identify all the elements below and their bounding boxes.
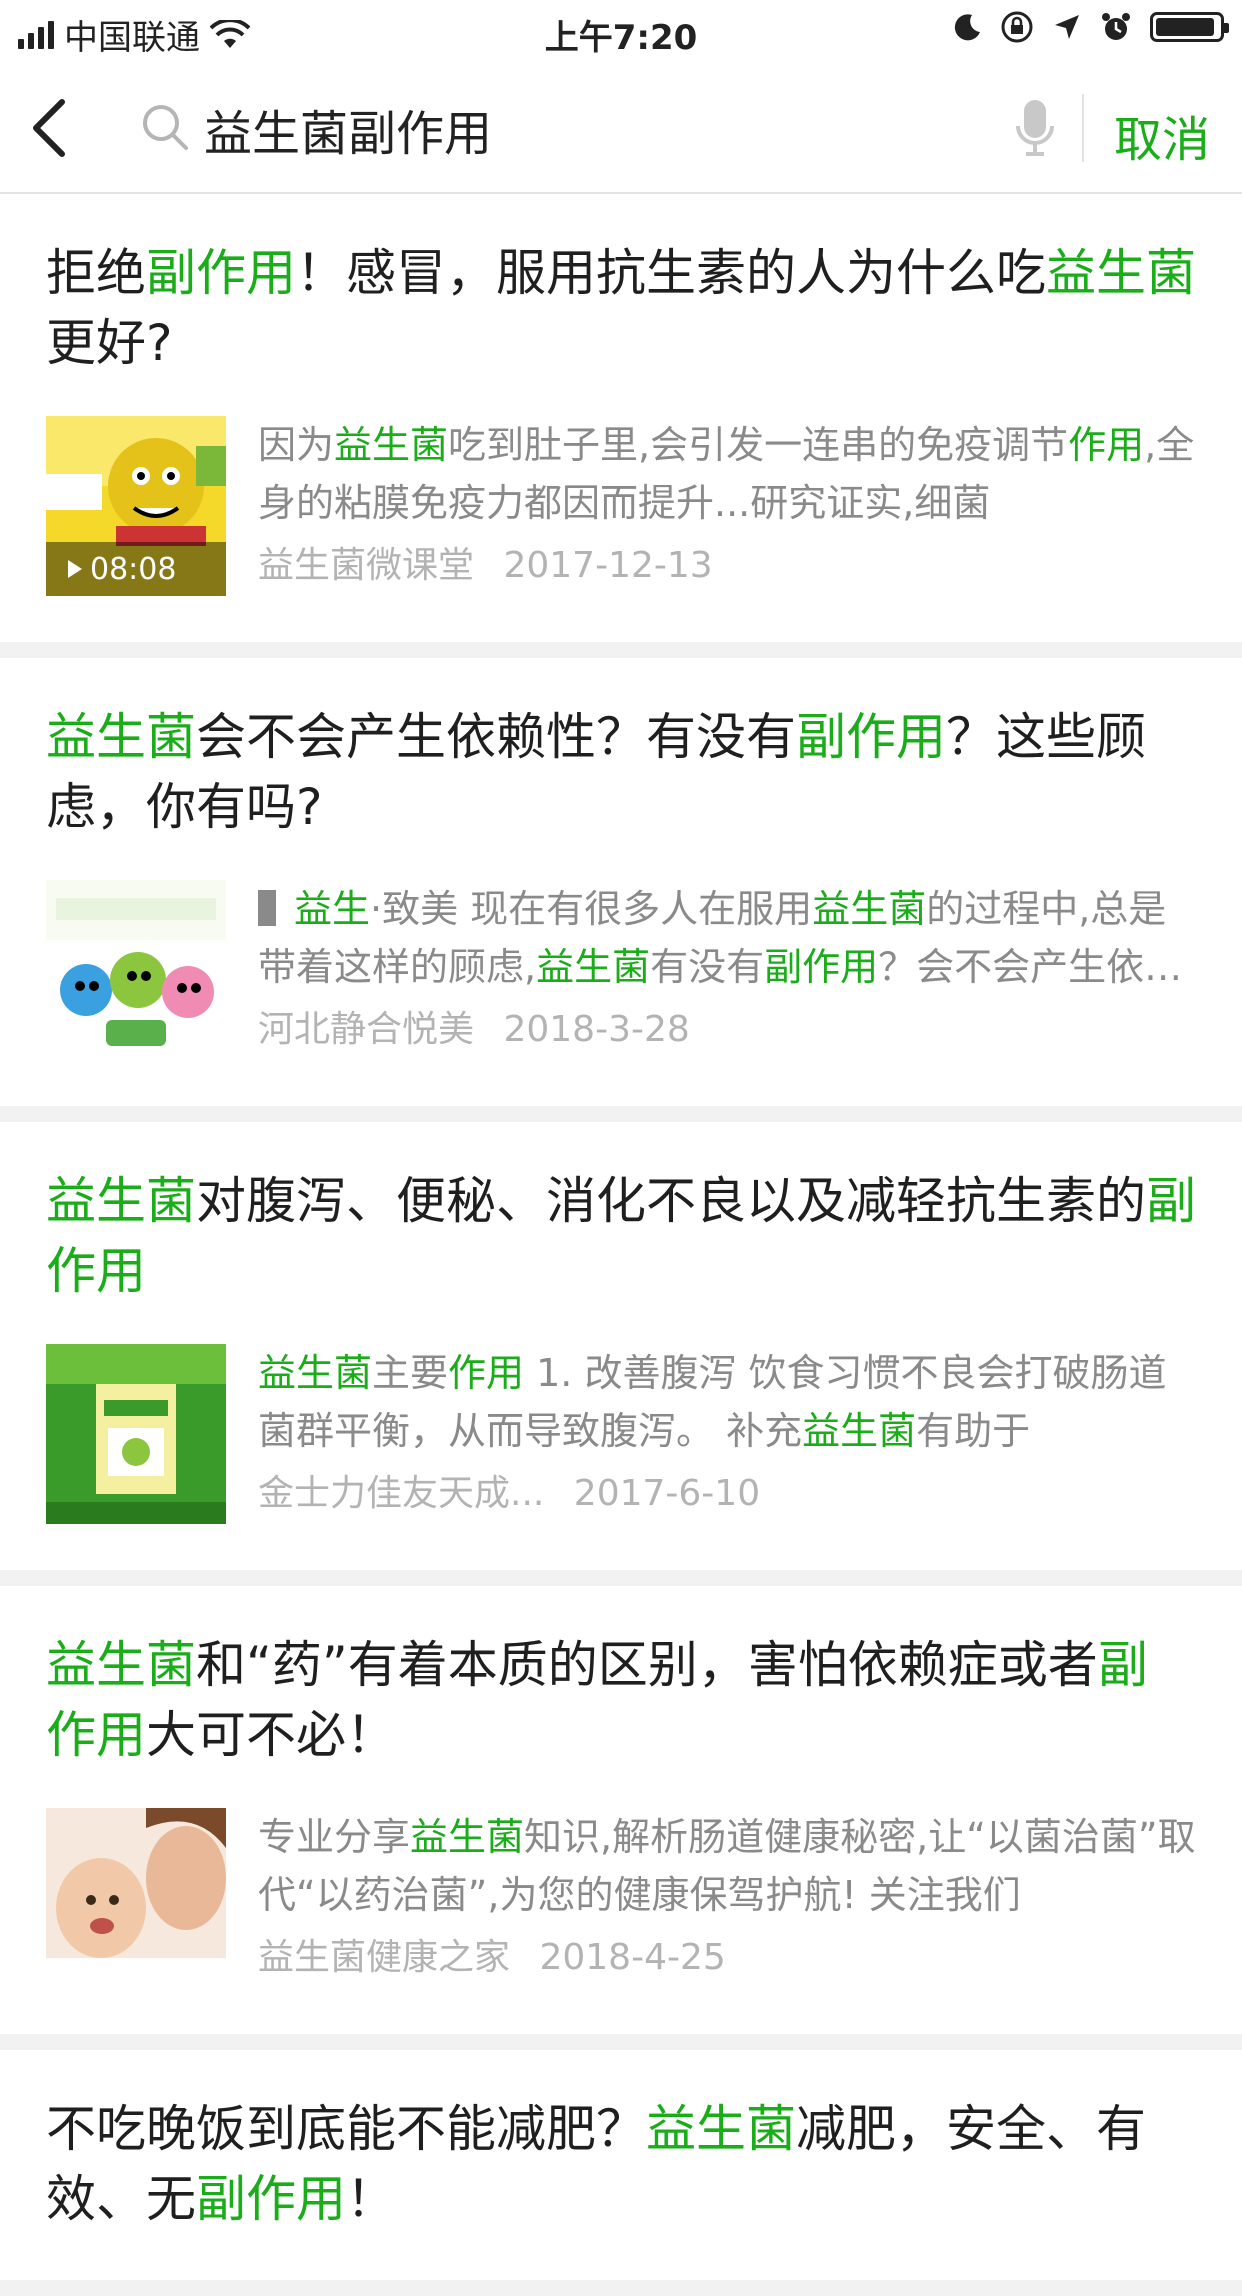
plain-text: 对腹泻、便秘、消化不良以及减轻抗生素的 (196, 1172, 1146, 1230)
result-info: 益生·致美 现在有很多人在服用益生菌的过程中,总是带着这样的顾虑,益生菌有没有副… (258, 880, 1196, 1060)
highlight-text: 益生菌 (334, 423, 449, 467)
plain-text: ！感冒，服用抗生素的人为什么吃 (296, 244, 1046, 302)
result-meta: 益生菌健康之家 2018-4-25 (258, 1928, 1196, 1980)
search-input[interactable]: 益生菌副作用 (204, 94, 492, 164)
highlight-text: 副作用 (146, 244, 296, 302)
plain-text: ·致美 现在有很多人在服用 (370, 887, 813, 931)
highlight-text: 副作用 (764, 945, 879, 989)
location-icon (1055, 15, 1079, 39)
plain-text: 主要 (372, 1351, 449, 1395)
highlight-text: 益生 (294, 887, 371, 931)
result-info: 专业分享益生菌知识,解析肠道健康秘密,让“以菌治菌”取代“以药治菌”,为您的健康… (258, 1808, 1196, 1988)
result-meta: 益生菌微课堂 2017-12-13 (258, 536, 1196, 588)
status-bar: 中国联通 上午7:20 (0, 0, 1242, 64)
result-description: 专业分享益生菌知识,解析肠道健康秘密,让“以菌治菌”取代“以药治菌”,为您的健康… (258, 1808, 1196, 1924)
result-description-text: 益生·致美 现在有很多人在服用益生菌的过程中,总是带着这样的顾虑,益生菌有没有副… (258, 887, 1182, 996)
result-source[interactable]: 河北静合悦美 (258, 1009, 474, 1050)
result-card[interactable]: 益生菌会不会产生依赖性？有没有副作用？这些顾虑，你有吗? 益生·致美 现在有很多… (0, 658, 1242, 1106)
result-thumbnail[interactable] (46, 1808, 226, 1988)
result-thumbnail[interactable]: 08:08 (46, 416, 226, 596)
plain-text: 因为 (258, 423, 335, 467)
result-info: 益生菌主要作用 1. 改善腹泻 饮食习惯不良会打破肠道菌群平衡，从而导致腹泻。 … (258, 1344, 1196, 1524)
result-title[interactable]: 益生菌和“药”有着本质的区别，害怕依赖症或者副作用大可不必！ (46, 1630, 1196, 1770)
highlight-text: 益生菌 (802, 1409, 917, 1453)
highlight-text: 作用 (1068, 423, 1145, 467)
highlight-text: 益生菌 (812, 887, 927, 931)
result-title[interactable]: 不吃晚饭到底能不能减肥？益生菌减肥，安全、有效、无副作用！ (46, 2094, 1196, 2234)
plain-text: 会不会产生依赖性？有没有 (196, 708, 796, 766)
result-info: 因为益生菌吃到肚子里,会引发一连串的免疫调节作用,全身的粘膜免疫力都因而提升..… (258, 416, 1196, 596)
duration-label: 08:08 (90, 551, 177, 587)
result-date: 2018-3-28 (503, 1009, 690, 1050)
plain-text: 不吃晚饭到底能不能减肥？ (46, 2100, 646, 2158)
video-duration: 08:08 (46, 542, 226, 596)
plain-text: 专业分享 (258, 1815, 411, 1859)
alarm-icon (1102, 13, 1130, 40)
result-meta: 河北静合悦美 2018-3-28 (258, 1000, 1196, 1052)
result-source[interactable]: 益生菌微课堂 (258, 545, 474, 586)
plain-text: 有助于 (916, 1409, 1031, 1453)
mother-baby-photo-thumbnail-icon (46, 1808, 226, 1988)
result-title[interactable]: 拒绝副作用！感冒，服用抗生素的人为什么吃益生菌更好? (46, 238, 1196, 378)
result-description: 益生菌主要作用 1. 改善腹泻 饮食习惯不良会打破肠道菌群平衡，从而导致腹泻。 … (258, 1344, 1196, 1460)
result-meta: 金士力佳友天成... 2017-6-10 (258, 1464, 1196, 1516)
result-date: 2017-12-13 (503, 545, 713, 586)
results-list: 拒绝副作用！感冒，服用抗生素的人为什么吃益生菌更好? 08:08 因为益生菌吃到… (0, 194, 1242, 2296)
orientation-lock-icon (1001, 11, 1033, 43)
battery-icon (1150, 12, 1229, 42)
highlight-text: 益生菌 (1046, 244, 1196, 302)
cancel-button[interactable]: 取消 (1114, 100, 1210, 170)
search-divider (1082, 94, 1084, 162)
plain-text: 和“药”有着本质的区别，害怕依赖症或者 (196, 1636, 1098, 1694)
highlight-text: 益生菌 (410, 1815, 525, 1859)
back-arrow-icon[interactable] (22, 88, 82, 168)
status-right (952, 10, 1229, 44)
highlight-text: 益生菌 (46, 1636, 196, 1694)
highlight-text: 益生菌 (46, 708, 196, 766)
result-date: 2018-4-25 (539, 1937, 726, 1978)
quote-bar (258, 890, 276, 926)
play-icon (68, 560, 82, 578)
result-card[interactable]: 不吃晚饭到底能不能减肥？益生菌减肥，安全、有效、无副作用！ (0, 2050, 1242, 2280)
result-thumbnail[interactable] (46, 880, 226, 1060)
plain-text: 大可不必！ (146, 1706, 396, 1764)
plain-text: ！ (346, 2170, 396, 2228)
highlight-text: 作用 (448, 1351, 525, 1395)
result-source[interactable]: 益生菌健康之家 (258, 1937, 510, 1978)
result-card[interactable]: 益生菌和“药”有着本质的区别，害怕依赖症或者副作用大可不必！ 专业分享益生菌知识… (0, 1586, 1242, 2034)
result-card[interactable]: 拒绝副作用！感冒，服用抗生素的人为什么吃益生菌更好? 08:08 因为益生菌吃到… (0, 194, 1242, 642)
plain-text: 有没有 (650, 945, 765, 989)
search-icon (143, 105, 188, 150)
highlight-text: 益生菌 (646, 2100, 796, 2158)
moon-icon (954, 14, 980, 41)
result-description: 益生·致美 现在有很多人在服用益生菌的过程中,总是带着这样的顾虑,益生菌有没有副… (258, 880, 1196, 996)
result-title[interactable]: 益生菌会不会产生依赖性？有没有副作用？这些顾虑，你有吗? (46, 702, 1196, 842)
highlight-text: 副作用 (196, 2170, 346, 2228)
result-thumbnail[interactable] (46, 1344, 226, 1524)
plain-text: 拒绝 (46, 244, 146, 302)
plain-text: 更好? (46, 314, 173, 372)
search-bar: 益生菌副作用 取消 (0, 64, 1242, 194)
result-title[interactable]: 益生菌对腹泻、便秘、消化不良以及减轻抗生素的副作用 (46, 1166, 1196, 1306)
result-card[interactable]: 益生菌对腹泻、便秘、消化不良以及减轻抗生素的副作用 益生菌主要作用 1. 改善腹… (0, 1122, 1242, 1570)
result-description: 因为益生菌吃到肚子里,会引发一连串的免疫调节作用,全身的粘膜免疫力都因而提升..… (258, 416, 1196, 532)
highlight-text: 益生菌 (258, 1351, 373, 1395)
result-source[interactable]: 金士力佳友天成... (258, 1473, 544, 1514)
result-date: 2017-6-10 (573, 1473, 761, 1514)
microphone-icon[interactable] (1012, 96, 1058, 160)
highlight-text: 副作用 (796, 708, 946, 766)
highlight-text: 益生菌 (536, 945, 651, 989)
plain-text: 吃到肚子里,会引发一连串的免疫调节 (448, 423, 1069, 467)
highlight-text: 益生菌 (46, 1172, 196, 1230)
probiotic-product-thumbnail-icon (46, 1344, 226, 1524)
probiotic-cartoon-thumbnail-icon (46, 880, 226, 1060)
